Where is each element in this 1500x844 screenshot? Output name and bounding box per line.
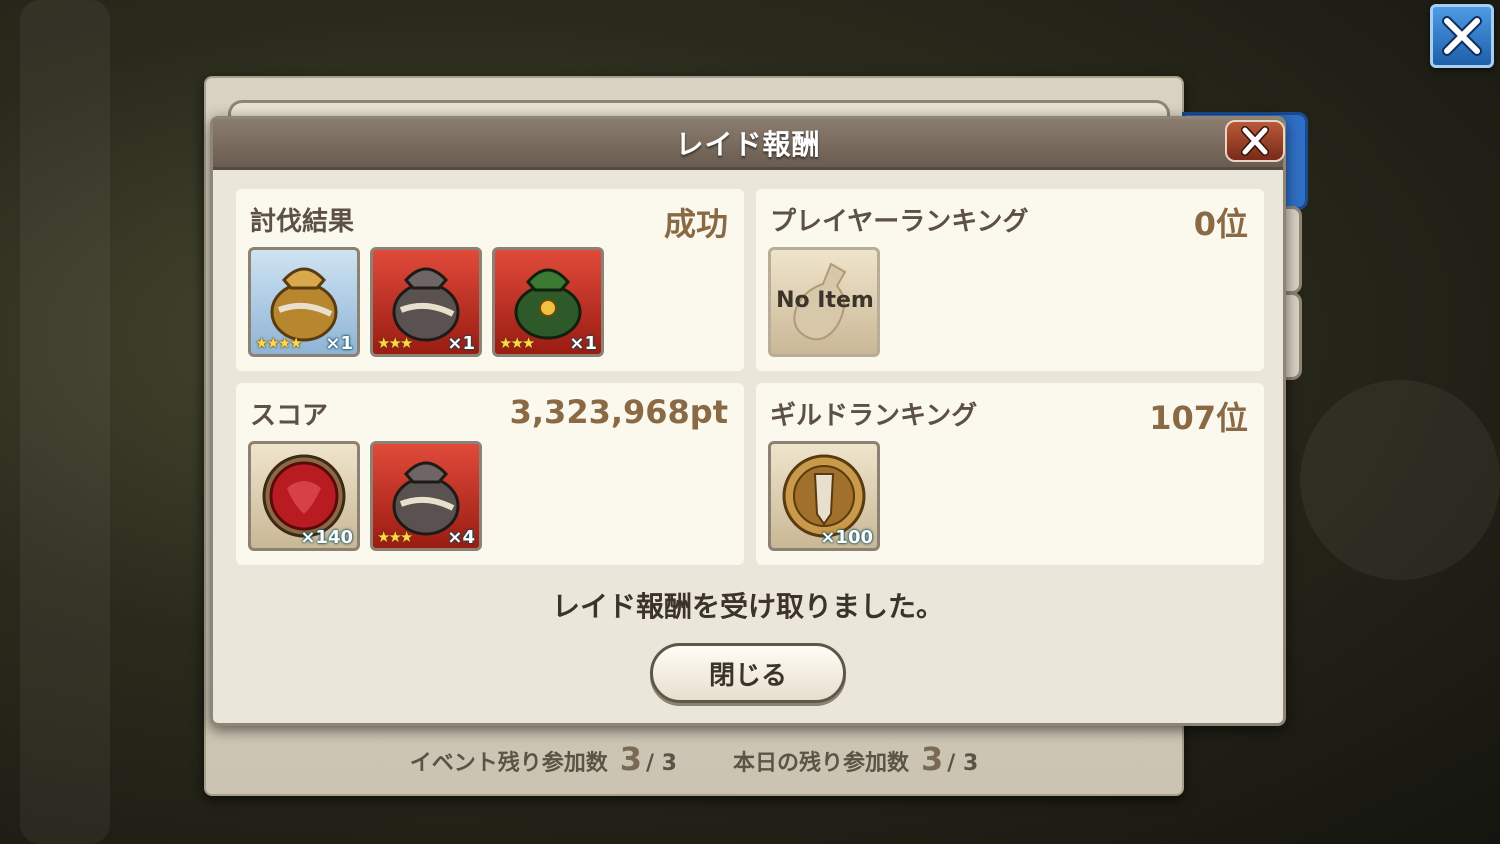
card-label: 討伐結果 [250,207,355,237]
card-label: ギルドランキング [770,401,978,431]
reward-item[interactable]: ×100 [768,441,880,551]
reward-item[interactable]: ★★★ ×1 [492,247,604,357]
dialog-close-button[interactable] [1225,120,1285,162]
reward-received-message: レイド報酬を受け取りました。 [551,590,944,623]
reward-item[interactable]: ★★★ ×4 [370,441,482,551]
today-remaining-counter: 本日の残り参加数 3/ 3 [733,740,978,778]
background-rock [1300,380,1500,580]
raid-reward-dialog: レイド報酬 討伐結果 成功 ★★★★ ×1 ★★★ ×1 ★★★ ×1 プレイヤ… [210,116,1286,726]
score-card: スコア 3,323,968pt ×140 ★★★ ×4 [236,383,744,565]
rarity-stars: ★★★ [377,334,413,352]
card-value: 3,323,968pt [509,393,728,431]
close-icon [1442,16,1482,56]
dialog-header: レイド報酬 [213,119,1283,170]
card-label: スコア [250,401,329,431]
today-remaining-value: 3 [921,740,944,778]
today-remaining-label: 本日の残り参加数 [733,751,910,776]
close-icon [1241,126,1269,156]
card-value: 107位 [1149,399,1248,437]
subjugation-result-card: 討伐結果 成功 ★★★★ ×1 ★★★ ×1 ★★★ ×1 [236,189,744,371]
reward-item[interactable]: ×140 [248,441,360,551]
screen-close-button[interactable] [1430,4,1494,68]
rarity-stars: ★★★ [377,528,413,546]
card-label: プレイヤーランキング [770,207,1029,237]
no-item-label: No Item [776,288,874,313]
reward-item[interactable]: ★★★★ ×1 [248,247,360,357]
guild-ranking-card: ギルドランキング 107位 ×100 [756,383,1264,565]
item-quantity: ×1 [325,333,353,354]
card-value: 0位 [1193,205,1248,243]
event-remaining-counter: イベント残り参加数 3/ 3 [410,740,677,778]
item-quantity: ×100 [820,527,873,548]
item-quantity: ×1 [569,333,597,354]
rarity-stars: ★★★ [499,334,535,352]
participation-counter: イベント残り参加数 3/ 3 本日の残り参加数 3/ 3 [206,734,1182,784]
event-remaining-total: / 3 [645,751,677,776]
dialog-title: レイド報酬 [675,128,821,161]
today-remaining-total: / 3 [947,751,979,776]
player-ranking-card: プレイヤーランキング 0位 No Item [756,189,1264,371]
no-item-slot: No Item [768,247,880,357]
background-pillar [20,0,110,844]
item-quantity: ×140 [300,527,353,548]
rarity-stars: ★★★★ [255,334,303,352]
reward-item[interactable]: ★★★ ×1 [370,247,482,357]
close-button[interactable]: 閉じる [650,643,846,703]
item-quantity: ×4 [447,527,475,548]
item-quantity: ×1 [447,333,475,354]
card-value: 成功 [663,205,728,243]
event-remaining-value: 3 [619,740,642,778]
event-remaining-label: イベント残り参加数 [409,751,608,776]
